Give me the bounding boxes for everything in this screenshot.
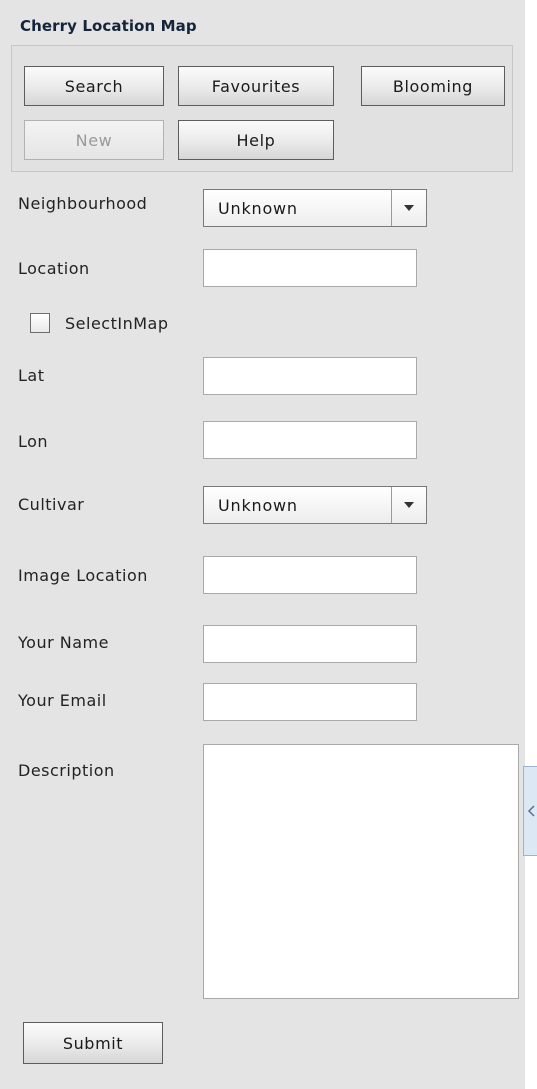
blooming-button[interactable]: Blooming (361, 66, 505, 106)
neighbourhood-label: Neighbourhood (18, 194, 148, 213)
lon-input[interactable] (203, 421, 417, 459)
lat-label: Lat (18, 366, 45, 385)
select-in-map-checkbox[interactable] (30, 313, 50, 333)
panel-title: Cherry Location Map (20, 17, 197, 35)
cultivar-label: Cultivar (18, 495, 85, 514)
your-name-input[interactable] (203, 625, 417, 663)
your-email-label: Your Email (18, 691, 107, 710)
description-textarea[interactable] (203, 744, 519, 999)
cultivar-select[interactable]: Unknown (203, 486, 427, 524)
neighbourhood-select[interactable]: Unknown (203, 189, 427, 227)
location-label: Location (18, 259, 90, 278)
side-panel: Cherry Location Map Search Favourites Bl… (0, 0, 525, 1089)
search-button[interactable]: Search (24, 66, 164, 106)
image-location-label: Image Location (18, 566, 148, 585)
neighbourhood-select-value: Unknown (218, 198, 298, 218)
your-email-input[interactable] (203, 683, 417, 721)
help-button[interactable]: Help (178, 120, 334, 160)
submit-button[interactable]: Submit (23, 1022, 163, 1064)
image-location-input[interactable] (203, 556, 417, 594)
chevron-down-icon[interactable] (391, 190, 426, 226)
toolbar-button-group: Search Favourites Blooming New Help (11, 45, 513, 172)
your-name-label: Your Name (18, 633, 109, 652)
location-input[interactable] (203, 249, 417, 287)
cultivar-select-value: Unknown (218, 495, 298, 515)
description-label: Description (18, 761, 115, 780)
favourites-button[interactable]: Favourites (178, 66, 334, 106)
chevron-down-icon[interactable] (391, 487, 426, 523)
chevron-left-icon (527, 802, 535, 821)
lon-label: Lon (18, 432, 49, 451)
collapse-handle[interactable] (523, 766, 537, 856)
select-in-map-label: SelectInMap (65, 314, 169, 333)
lat-input[interactable] (203, 357, 417, 395)
new-button[interactable]: New (24, 120, 164, 160)
